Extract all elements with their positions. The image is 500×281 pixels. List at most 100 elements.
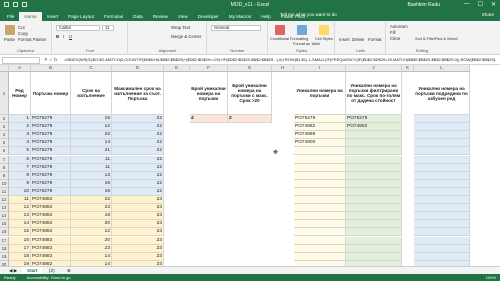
table-cell[interactable]: PO74882: [31, 204, 71, 213]
sorted-list-cell[interactable]: [414, 115, 470, 124]
cell-styles-icon[interactable]: [319, 25, 329, 35]
unique-list-value[interactable]: PO74900: [294, 139, 346, 148]
ribbon-tab-home[interactable]: Home: [19, 12, 42, 21]
table-cell[interactable]: PO74882: [31, 196, 71, 205]
row-header[interactable]: 12: [0, 196, 9, 205]
format-as-table-button[interactable]: Format as Table: [293, 42, 320, 46]
table-cell[interactable]: 4: [9, 139, 31, 148]
table-cell[interactable]: 6: [9, 155, 31, 164]
paste-icon[interactable]: [5, 25, 15, 35]
row-header[interactable]: 19: [0, 252, 9, 261]
fx-icon[interactable]: ✕ ✓ fx: [44, 57, 58, 63]
unique-list-cell[interactable]: [294, 212, 346, 221]
ribbon-tab-data[interactable]: Data: [128, 12, 148, 21]
autosum-button[interactable]: AutoSum: [390, 24, 408, 29]
cell-styles-button[interactable]: Cell Styles: [315, 37, 333, 41]
sorted-list-cell[interactable]: [414, 131, 470, 140]
filtered-list-cell[interactable]: [346, 196, 402, 205]
sorted-list-cell[interactable]: [414, 220, 470, 229]
header-cell[interactable]: Уникални номера на поръчки подредени по …: [414, 72, 470, 115]
table-cell[interactable]: 20: [71, 236, 112, 245]
table-cell[interactable]: PO74882: [31, 212, 71, 221]
table-cell[interactable]: 22: [112, 171, 164, 180]
formula-input[interactable]: =INDEX(WS[G]:$G:$G,MATCH(0,COUNTIF($H$6:…: [64, 57, 496, 64]
filtered-list-cell[interactable]: [346, 171, 402, 180]
table-cell[interactable]: 13: [71, 171, 112, 180]
table-cell[interactable]: 22: [112, 155, 164, 164]
copy-button[interactable]: Copy: [18, 31, 28, 36]
tell-me-search[interactable]: Tell me what you want to do: [280, 12, 337, 17]
row-header[interactable]: 13: [0, 204, 9, 213]
table-cell[interactable]: PO75279: [31, 115, 71, 124]
filtered-list-cell[interactable]: [346, 155, 402, 164]
table-cell[interactable]: PO74882: [31, 228, 71, 237]
italic-button[interactable]: I: [63, 34, 64, 39]
column-header-h[interactable]: H: [272, 65, 294, 72]
unique-list-cell[interactable]: [294, 244, 346, 253]
table-cell[interactable]: 21: [71, 147, 112, 156]
row-header[interactable]: 16: [0, 228, 9, 237]
row-header[interactable]: 1: [0, 72, 9, 115]
table-cell[interactable]: 23: [112, 228, 164, 237]
column-header-e[interactable]: E: [164, 65, 190, 72]
table-cell[interactable]: 16: [71, 187, 112, 196]
table-cell[interactable]: 23: [112, 244, 164, 253]
select-all-corner[interactable]: [0, 65, 9, 72]
table-cell[interactable]: 16: [71, 179, 112, 188]
ribbon-tab-help[interactable]: Help: [256, 12, 275, 21]
sorted-list-cell[interactable]: [414, 204, 470, 213]
table-cell[interactable]: 22: [112, 147, 164, 156]
sorted-list-cell[interactable]: [414, 196, 470, 205]
table-cell[interactable]: PO74882: [31, 252, 71, 261]
table-cell[interactable]: 23: [112, 252, 164, 261]
row-header[interactable]: 17: [0, 236, 9, 245]
table-cell[interactable]: 23: [71, 244, 112, 253]
sorted-list-cell[interactable]: [414, 171, 470, 180]
row-header[interactable]: 3: [0, 123, 9, 132]
row-header[interactable]: 15: [0, 220, 9, 229]
sorted-list-cell[interactable]: [414, 139, 470, 148]
sorted-list-cell[interactable]: [414, 228, 470, 237]
row-header[interactable]: 10: [0, 179, 9, 188]
table-cell[interactable]: 7: [9, 163, 31, 172]
table-cell[interactable]: 10: [9, 187, 31, 196]
table-cell[interactable]: 5: [9, 147, 31, 156]
unique-list-cell[interactable]: [294, 204, 346, 213]
sorted-list-cell[interactable]: [414, 187, 470, 196]
merge-center-button[interactable]: Merge & Center: [171, 34, 201, 39]
filtered-list-cell[interactable]: [346, 147, 402, 156]
sorted-list-cell[interactable]: [414, 163, 470, 172]
ribbon-tab-view[interactable]: View: [173, 12, 193, 21]
table-cell[interactable]: 23: [112, 212, 164, 221]
filtered-list-value[interactable]: PO74882: [346, 123, 402, 132]
header-cell[interactable]: Поръчка номер: [31, 72, 71, 115]
column-header-b[interactable]: B: [31, 65, 71, 72]
row-header[interactable]: 5: [0, 139, 9, 148]
conditional-formatting-icon[interactable]: [275, 25, 285, 35]
find-select-button[interactable]: Find & Select: [435, 37, 458, 41]
table-cell[interactable]: 22: [71, 196, 112, 205]
column-header-a[interactable]: A: [9, 65, 31, 72]
filtered-list-cell[interactable]: [346, 187, 402, 196]
table-cell[interactable]: 23: [71, 204, 112, 213]
sorted-list-cell[interactable]: [414, 147, 470, 156]
ribbon-tab-insert[interactable]: Insert: [42, 12, 64, 21]
unique-list-cell[interactable]: [294, 155, 346, 164]
table-cell[interactable]: 23: [112, 196, 164, 205]
sorted-list-cell[interactable]: [414, 244, 470, 253]
column-header-c[interactable]: C: [71, 65, 112, 72]
table-cell[interactable]: PO75279: [31, 171, 71, 180]
table-cell[interactable]: 22: [112, 139, 164, 148]
table-cell[interactable]: 23: [112, 236, 164, 245]
ribbon-tab-file[interactable]: File: [2, 12, 19, 21]
share-button[interactable]: Share: [482, 12, 494, 17]
filtered-list-cell[interactable]: [346, 236, 402, 245]
header-cell[interactable]: Максимален срок на изпълнение за съот. П…: [112, 72, 164, 115]
filtered-list-cell[interactable]: [346, 220, 402, 229]
clear-button[interactable]: Clear: [390, 36, 400, 41]
unique-list-cell[interactable]: [294, 236, 346, 245]
table-cell[interactable]: PO75279: [31, 187, 71, 196]
filtered-list-cell[interactable]: [346, 139, 402, 148]
unique-list-cell[interactable]: [294, 163, 346, 172]
table-cell[interactable]: 22: [112, 115, 164, 124]
